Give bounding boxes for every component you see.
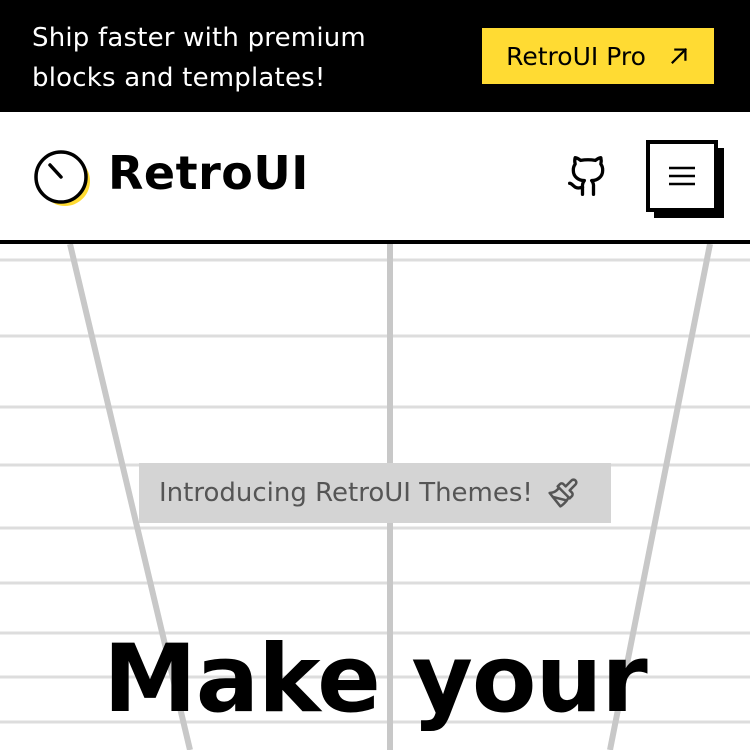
navbar: RetroUI	[0, 112, 750, 244]
hamburger-icon	[669, 166, 695, 186]
announcement-bar: Ship faster with premium blocks and temp…	[0, 0, 750, 112]
github-icon[interactable]	[566, 153, 610, 199]
arrow-up-right-icon	[670, 48, 687, 64]
paintbrush-icon	[548, 478, 578, 508]
badge-label: Introducing RetroUI Themes!	[159, 478, 533, 508]
themes-announcement-badge[interactable]: Introducing RetroUI Themes!	[139, 463, 611, 523]
menu-button[interactable]	[646, 140, 718, 212]
brand-name[interactable]: RetroUI	[108, 146, 309, 200]
hero-headline: Make your	[103, 625, 648, 734]
dial-logo-icon[interactable]	[32, 149, 92, 209]
retroui-pro-button[interactable]: RetroUI Pro	[482, 28, 714, 84]
retroui-pro-label: RetroUI Pro	[506, 41, 646, 71]
hero-section: Introducing RetroUI Themes! Make your	[0, 244, 750, 750]
announcement-text: Ship faster with premium blocks and temp…	[32, 23, 366, 93]
